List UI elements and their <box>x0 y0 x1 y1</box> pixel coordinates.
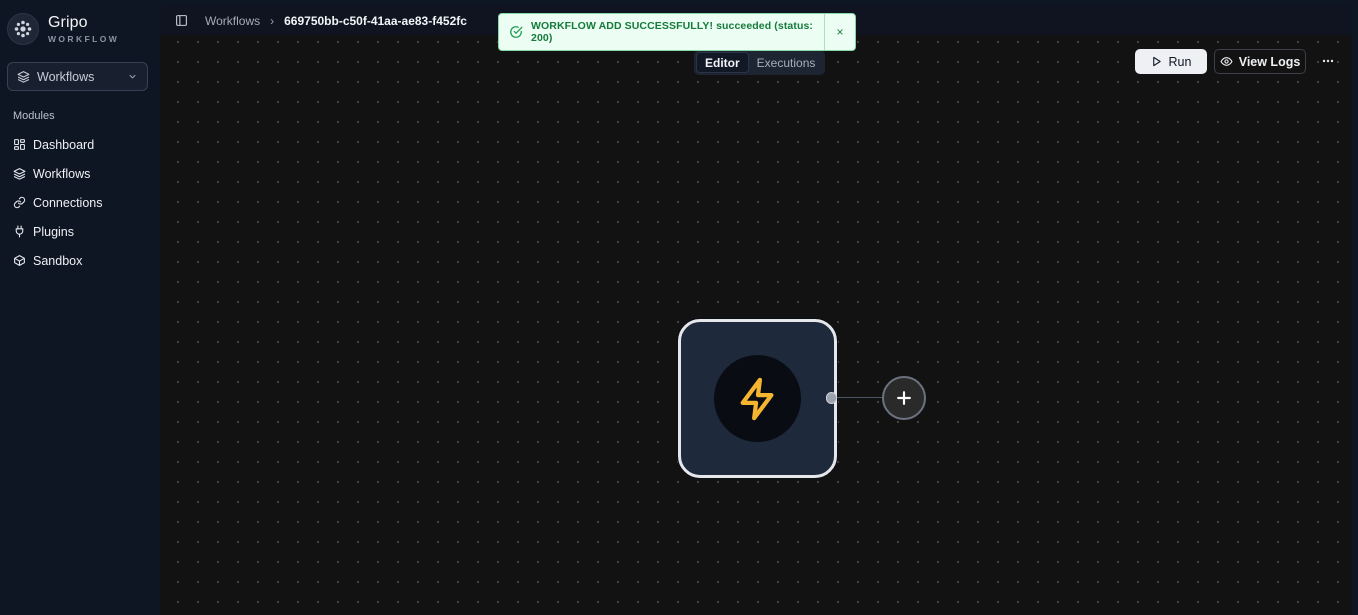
sidebar-item-label: Plugins <box>33 224 74 239</box>
trigger-node[interactable] <box>678 319 837 478</box>
sidebar-item-workflows[interactable]: Workflows <box>0 159 160 188</box>
sidebar-item-label: Workflows <box>33 166 91 181</box>
workflow-canvas[interactable]: Workflows › 669750bb-c50f-41aa-ae83-f452… <box>160 6 1352 615</box>
breadcrumb-current: 669750bb-c50f-41aa-ae83-f452fc <box>284 13 467 28</box>
sidebar-item-connections[interactable]: Connections <box>0 188 160 217</box>
sidebar: Gripo WORKFLOW Workflows Modules Dashboa… <box>0 0 160 615</box>
node-output-handle[interactable] <box>826 392 837 404</box>
tab-executions[interactable]: Executions <box>749 52 824 73</box>
breadcrumb-workflows[interactable]: Workflows <box>205 14 260 28</box>
play-icon <box>1152 56 1161 67</box>
workspace-select-value: Workflows <box>37 69 95 84</box>
dashboard-icon <box>14 139 25 150</box>
toast-message: WORKFLOW ADD SUCCESSFULLY! succeeded (st… <box>531 20 813 44</box>
lightning-icon <box>740 377 774 420</box>
box-icon <box>14 255 25 266</box>
trigger-node-icon-wrap <box>714 355 801 442</box>
gripo-logo-icon <box>7 13 39 45</box>
check-circle-icon <box>510 26 523 38</box>
workspace-select[interactable]: Workflows <box>7 62 148 91</box>
brand-name: Gripo <box>48 14 88 31</box>
tab-editor[interactable]: Editor <box>696 52 749 73</box>
add-node-button[interactable] <box>882 376 926 420</box>
brand[interactable]: Gripo WORKFLOW <box>7 13 119 45</box>
sidebar-item-label: Dashboard <box>33 137 95 152</box>
sidebar-item-dashboard[interactable]: Dashboard <box>0 130 160 159</box>
run-button-label: Run <box>1168 54 1192 69</box>
view-logs-label: View Logs <box>1238 54 1301 69</box>
breadcrumb-separator-icon: › <box>270 13 275 28</box>
plug-icon <box>15 225 24 238</box>
view-tabs: Editor Executions <box>694 50 826 75</box>
run-button[interactable]: Run <box>1135 49 1207 74</box>
sidebar-toggle-icon[interactable] <box>175 14 188 27</box>
sidebar-item-sandbox[interactable]: Sandbox <box>0 246 160 275</box>
modules-heading: Modules <box>13 110 55 122</box>
brand-subtitle: WORKFLOW <box>48 34 120 44</box>
toast-close-button[interactable]: × <box>824 14 855 50</box>
layers-icon <box>17 71 30 83</box>
sidebar-item-label: Connections <box>33 195 103 210</box>
plus-icon <box>897 391 911 405</box>
layers-icon <box>13 168 26 180</box>
more-horizontal-icon <box>1322 59 1334 63</box>
view-logs-button[interactable]: View Logs <box>1214 49 1306 74</box>
eye-icon <box>1220 57 1233 66</box>
sidebar-item-plugins[interactable]: Plugins <box>0 217 160 246</box>
link-icon <box>13 196 26 209</box>
chevron-down-icon <box>129 74 136 79</box>
node-connector-line <box>837 397 883 398</box>
sidebar-nav: Dashboard Workflows Connections Plugins … <box>0 130 160 275</box>
app-root: Gripo WORKFLOW Workflows Modules Dashboa… <box>0 0 1358 615</box>
sidebar-item-label: Sandbox <box>33 253 83 268</box>
success-toast: WORKFLOW ADD SUCCESSFULLY! succeeded (st… <box>498 13 856 51</box>
more-options-button[interactable] <box>1318 52 1338 70</box>
